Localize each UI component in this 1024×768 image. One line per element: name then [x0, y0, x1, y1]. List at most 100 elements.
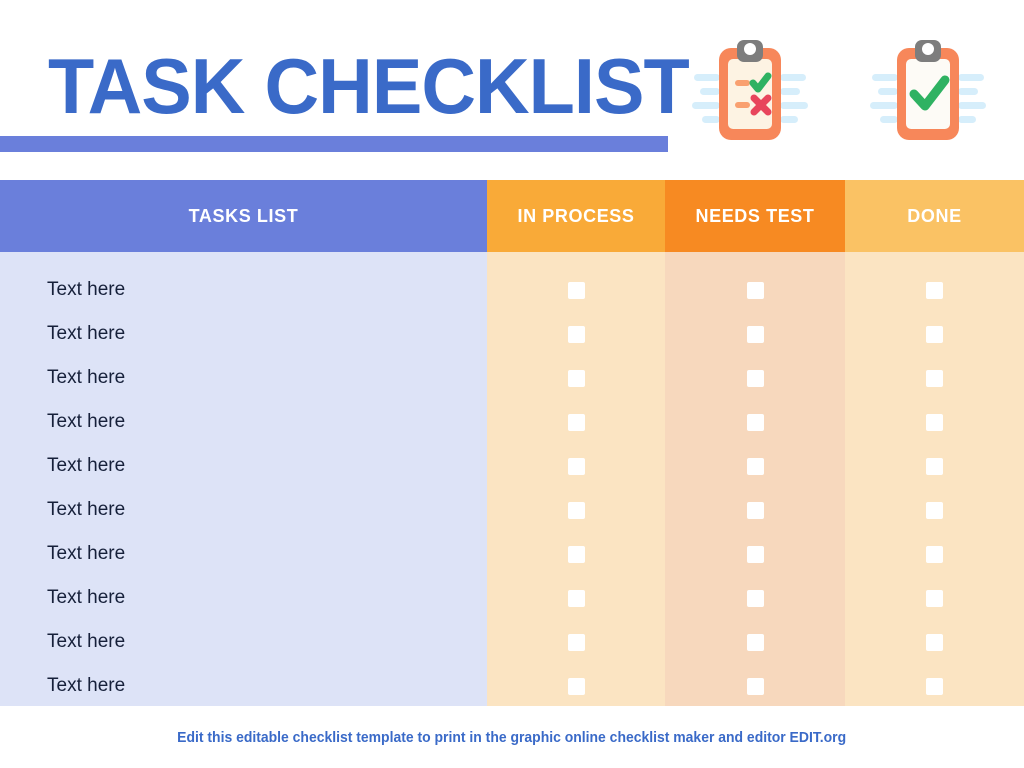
in-process-checkbox-list	[487, 268, 665, 708]
in-process-column	[487, 252, 665, 706]
checkbox-cell	[665, 620, 845, 664]
task-row[interactable]: Text here	[0, 312, 487, 356]
checkbox-cell	[487, 400, 665, 444]
checkbox-cell	[845, 576, 1024, 620]
checkbox-cell	[487, 576, 665, 620]
checkbox-cell	[845, 356, 1024, 400]
title-underline-bar	[0, 136, 668, 152]
task-label: Text here	[47, 587, 126, 608]
checkbox-cell	[665, 444, 845, 488]
done-column	[845, 252, 1024, 706]
footer-credit-text: Edit this editable checklist template to…	[177, 728, 847, 746]
checkbox-cell	[487, 664, 665, 708]
page-title: TASK CHECKLIST	[48, 42, 690, 130]
checkbox-cell	[487, 268, 665, 312]
task-label: Text here	[47, 279, 126, 300]
checkbox-test[interactable]	[746, 413, 764, 431]
needs-test-checkbox-list	[665, 268, 845, 708]
task-name-list: Text here Text here Text here Text here Text…	[0, 268, 487, 708]
checkbox-done[interactable]	[926, 413, 943, 431]
checkbox-cell	[845, 532, 1024, 576]
checkbox-test[interactable]	[746, 325, 764, 343]
task-label: Text here	[47, 411, 126, 432]
checkbox-process[interactable]	[567, 325, 585, 343]
checkbox-done[interactable]	[926, 589, 943, 607]
checkbox-process[interactable]	[567, 501, 585, 519]
checkbox-cell	[845, 400, 1024, 444]
checkbox-process[interactable]	[567, 457, 585, 475]
checkbox-process[interactable]	[567, 633, 585, 651]
checklist-table: TASKS LIST IN PROCESS NEEDS TEST DONE Te…	[0, 180, 1024, 706]
checkbox-cell	[665, 488, 845, 532]
task-row[interactable]: Text here	[0, 444, 487, 488]
checkbox-test[interactable]	[746, 501, 764, 519]
checkbox-test[interactable]	[746, 457, 764, 475]
table-body: Text here Text here Text here Text here Text…	[0, 252, 1024, 706]
task-row[interactable]: Text here	[0, 356, 487, 400]
checkbox-cell	[845, 268, 1024, 312]
checkbox-process[interactable]	[567, 413, 585, 431]
checkbox-done[interactable]	[926, 457, 943, 475]
checkbox-done[interactable]	[926, 633, 943, 651]
page-header: TASK CHECKLIST	[0, 0, 1024, 178]
task-label: Text here	[47, 499, 126, 520]
checkbox-cell	[665, 356, 845, 400]
checkbox-cell	[845, 444, 1024, 488]
checkbox-cell	[845, 664, 1024, 708]
tasks-column: Text here Text here Text here Text here Text…	[0, 252, 487, 706]
checkbox-done[interactable]	[926, 677, 943, 695]
checkbox-cell	[487, 488, 665, 532]
checkbox-test[interactable]	[746, 589, 764, 607]
checkbox-process[interactable]	[567, 545, 585, 563]
column-header-done: DONE	[845, 180, 1024, 252]
checkbox-test[interactable]	[746, 633, 764, 651]
task-label: Text here	[47, 675, 126, 696]
checkbox-done[interactable]	[926, 281, 943, 299]
checkbox-cell	[845, 620, 1024, 664]
clipboard-check-cross-icon	[690, 36, 810, 150]
task-label: Text here	[47, 455, 126, 476]
checkbox-test[interactable]	[746, 281, 764, 299]
column-header-in-process: IN PROCESS	[487, 180, 665, 252]
checkbox-cell	[665, 312, 845, 356]
checkbox-process[interactable]	[567, 677, 585, 695]
checkbox-test[interactable]	[746, 545, 764, 563]
task-row[interactable]: Text here	[0, 532, 487, 576]
column-header-tasks: TASKS LIST	[0, 180, 487, 252]
task-label: Text here	[47, 367, 126, 388]
table-header-row: TASKS LIST IN PROCESS NEEDS TEST DONE	[0, 180, 1024, 252]
task-row[interactable]: Text here	[0, 400, 487, 444]
task-row[interactable]: Text here	[0, 620, 487, 664]
checkbox-cell	[487, 356, 665, 400]
task-row[interactable]: Text here	[0, 664, 487, 708]
checkbox-cell	[487, 444, 665, 488]
checkbox-cell	[487, 532, 665, 576]
checkbox-done[interactable]	[926, 369, 943, 387]
checkbox-done[interactable]	[926, 325, 943, 343]
needs-test-column	[665, 252, 845, 706]
task-row[interactable]: Text here	[0, 268, 487, 312]
checkbox-cell	[487, 312, 665, 356]
checkbox-cell	[665, 268, 845, 312]
checkbox-process[interactable]	[567, 281, 585, 299]
checkbox-test[interactable]	[746, 677, 764, 695]
checkbox-process[interactable]	[567, 369, 585, 387]
checkbox-done[interactable]	[926, 501, 943, 519]
checkbox-done[interactable]	[926, 545, 943, 563]
checkbox-cell	[665, 576, 845, 620]
task-label: Text here	[47, 323, 126, 344]
checkbox-cell	[665, 400, 845, 444]
task-label: Text here	[47, 543, 126, 564]
clipboard-check-icon	[868, 36, 988, 150]
checkbox-test[interactable]	[746, 369, 764, 387]
footer: Edit this editable checklist template to…	[0, 706, 1024, 768]
task-row[interactable]: Text here	[0, 576, 487, 620]
column-header-needs-test: NEEDS TEST	[665, 180, 845, 252]
done-checkbox-list	[845, 268, 1024, 708]
task-row[interactable]: Text here	[0, 488, 487, 532]
task-label: Text here	[47, 631, 126, 652]
checkbox-cell	[845, 488, 1024, 532]
checkbox-cell	[665, 532, 845, 576]
checkbox-cell	[665, 664, 845, 708]
checkbox-process[interactable]	[567, 589, 585, 607]
